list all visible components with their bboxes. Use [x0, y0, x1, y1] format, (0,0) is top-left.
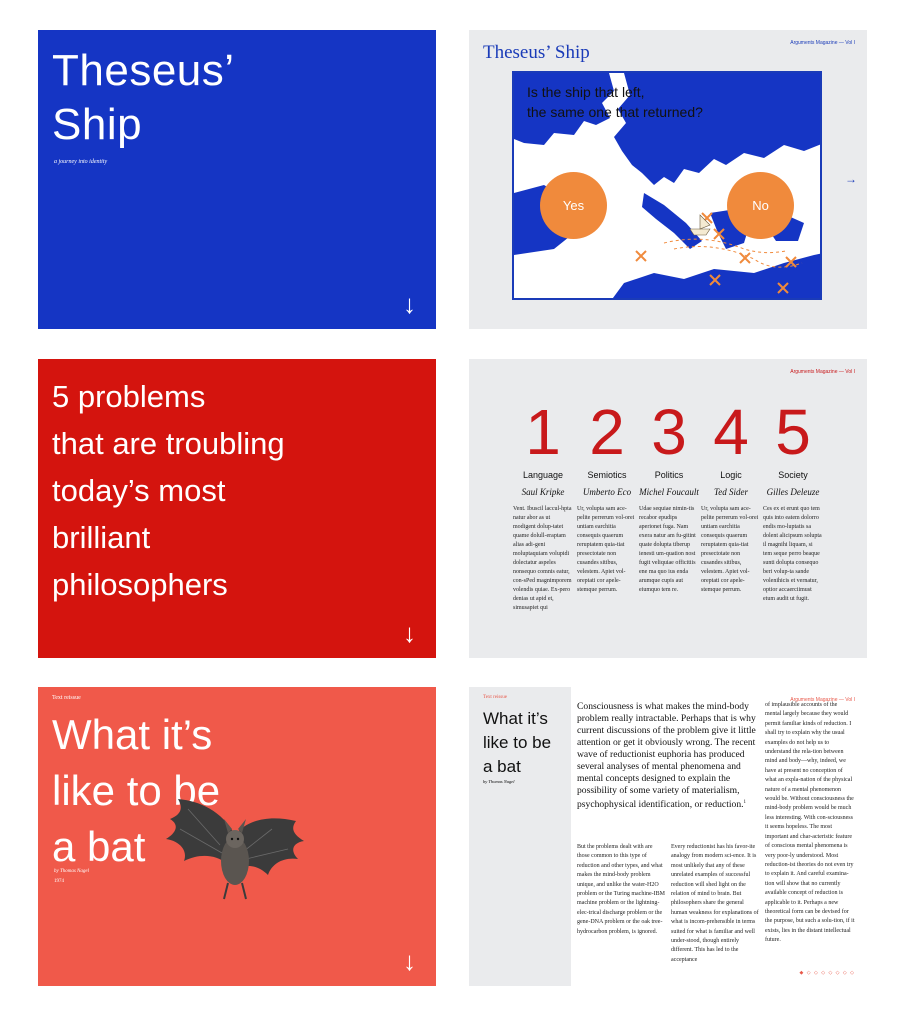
footnote-marker[interactable]: 1: [744, 800, 747, 805]
arrow-right-icon[interactable]: →: [845, 172, 857, 186]
article-title-line: like to be: [483, 733, 552, 752]
problem-column: 1 Language Saul Kripke Vent. Ibuscil lac…: [513, 397, 573, 613]
problem-column: 5 Society Gilles Deleuze Ces ex et erunt…: [763, 397, 823, 604]
problem-number: 2: [589, 396, 625, 468]
problem-author: Ted Sider: [714, 487, 748, 497]
problem-body: Ur, volupta sam ace-pelite perrerum vol-…: [701, 506, 759, 593]
problem-topic: Society: [778, 470, 808, 480]
article-title: What it’s like to be a bat: [483, 707, 551, 779]
slide-title: Theseus’ Ship: [483, 42, 590, 63]
problems-cover-slide: 5 problems that are troubling today’s mo…: [38, 359, 436, 658]
question-line1: Is the ship that left,: [527, 84, 645, 100]
problems-list-slide: Arguments Magazine — Vol I 1 Language Sa…: [469, 359, 867, 658]
publication-year: 1974: [54, 879, 64, 884]
lead-text: Consciousness is what makes the mind-bod…: [577, 701, 756, 811]
problem-body: Ur, volupta sam ace-pelite perrerum vol-…: [577, 506, 635, 593]
problem-author: Michel Foucault: [639, 487, 699, 497]
problem-author: Saul Kripke: [521, 487, 565, 497]
bat-title-line: What it’s: [52, 711, 213, 758]
reissue-label: Text reissue: [52, 695, 81, 701]
problem-column: 4 Logic Ted Sider Ur, volupta sam ace-pe…: [701, 397, 761, 595]
bat-illustration: [166, 799, 304, 900]
bat-title-line: a bat: [52, 823, 146, 870]
problems-title-line: that are troubling: [52, 426, 285, 461]
pagination-dots[interactable]: ◆ ◇ ◇ ◇ ◇ ◇ ◇ ◇: [800, 970, 856, 976]
arrow-down-icon[interactable]: ↓: [403, 620, 416, 646]
question-text: Is the ship that left, the same one that…: [527, 82, 703, 122]
cover-title: Theseus’ Ship: [52, 44, 235, 152]
article-lead: Consciousness is what makes the mind-bod…: [577, 701, 759, 811]
article-column-1: But the problems dealt with are those co…: [577, 844, 665, 935]
article-column-3: of implausible accounts of the mental la…: [765, 702, 855, 944]
problem-number: 3: [651, 396, 687, 468]
arrow-down-icon[interactable]: ↓: [403, 948, 416, 974]
reissue-label: Text reissue: [483, 695, 507, 700]
problem-topic: Language: [522, 470, 564, 480]
question-line2: the same one that returned?: [527, 104, 703, 120]
magazine-label: Arguments Magazine — Vol I: [790, 40, 855, 46]
problem-body: Udae sequiae nimin-tis recabor epudips a…: [639, 506, 696, 593]
problem-column: 2 Semiotics Umberto Eco Ur, volupta sam …: [577, 397, 637, 595]
question-slide: Theseus’ Ship Arguments Magazine — Vol I: [469, 30, 867, 329]
cover-title-line1: Theseus’: [52, 46, 235, 95]
problem-topic: Politics: [654, 470, 684, 480]
author-credit: by Thomas Nagel: [483, 779, 515, 784]
yes-button[interactable]: Yes: [540, 172, 607, 239]
problem-number: 4: [713, 396, 749, 468]
problem-topic: Logic: [720, 470, 742, 480]
no-button[interactable]: No: [727, 172, 794, 239]
cover-title-line2: Ship: [52, 100, 143, 149]
cover-subtitle: a journey into identity: [54, 159, 108, 165]
problem-column: 3 Politics Michel Foucault Udae sequiae …: [639, 397, 699, 595]
problem-body: Ces ex et erunt quo tem quis into eatem …: [763, 506, 822, 602]
article-slide: Text reissue What it’s like to be a bat …: [469, 687, 867, 986]
bat-cover-slide: Text reissue What it’s like to be a bat …: [38, 687, 436, 986]
magazine-label: Arguments Magazine — Vol I: [790, 369, 855, 375]
problem-number: 1: [525, 396, 561, 468]
problem-author: Umberto Eco: [582, 487, 632, 497]
article-title-line: a bat: [483, 757, 521, 776]
problems-title: 5 problems that are troubling today’s mo…: [52, 373, 285, 608]
problems-title-line: 5 problems: [52, 379, 206, 414]
problems-title-line: philosophers: [52, 567, 228, 602]
problem-body: Vent. Ibuscil laccul-hpta natur abor as …: [513, 506, 572, 611]
author-credit: by Thomas Nagel: [54, 869, 89, 874]
problem-number: 5: [775, 396, 811, 468]
problems-title-line: today’s most: [52, 473, 226, 508]
cover-slide-theseus: Theseus’ Ship a journey into identity ↓: [38, 30, 436, 329]
article-title-line: What it’s: [483, 709, 548, 728]
problems-title-line: brilliant: [52, 520, 151, 555]
problem-topic: Semiotics: [587, 470, 627, 480]
arrow-down-icon[interactable]: ↓: [403, 291, 416, 317]
article-column-2: Every reductionist has his favor-ite ana…: [671, 844, 759, 963]
problem-author: Gilles Deleuze: [766, 487, 820, 497]
